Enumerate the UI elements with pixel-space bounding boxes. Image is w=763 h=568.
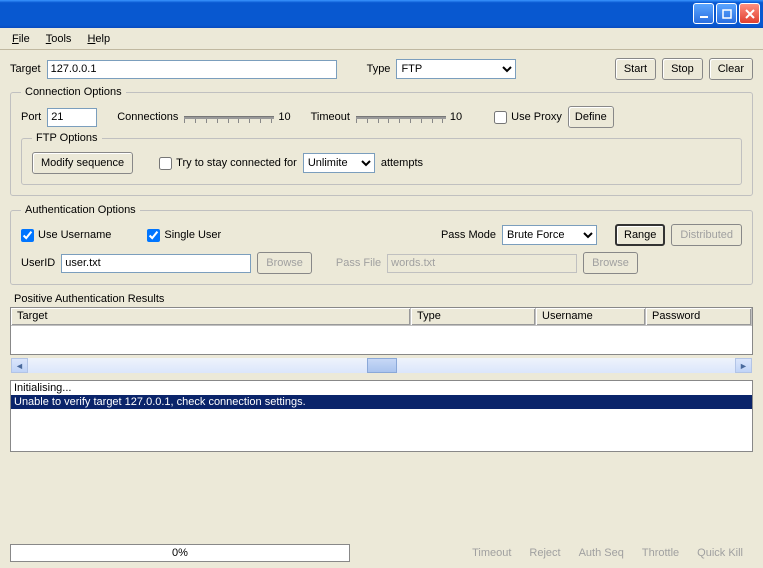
stop-button[interactable]: Stop <box>662 58 703 80</box>
results-title: Positive Authentication Results <box>14 293 753 305</box>
ftp-options-legend: FTP Options <box>32 132 102 144</box>
passfile-label: Pass File <box>336 257 381 269</box>
use-username-input[interactable] <box>21 229 34 242</box>
port-label: Port <box>21 111 41 123</box>
log-box[interactable]: Initialising... Unable to verify target … <box>10 380 753 452</box>
connections-slider[interactable]: 10 <box>184 111 290 123</box>
status-timeout: Timeout <box>472 547 511 559</box>
timeout-label: Timeout <box>311 111 350 123</box>
status-throttle: Throttle <box>642 547 679 559</box>
range-button[interactable]: Range <box>615 224 665 246</box>
maximize-button[interactable] <box>716 3 737 24</box>
col-password[interactable]: Password <box>646 308 752 325</box>
menu-file[interactable]: File <box>6 31 36 47</box>
define-button[interactable]: Define <box>568 106 614 128</box>
type-select[interactable]: FTP <box>396 59 516 79</box>
scroll-left-icon[interactable]: ◄ <box>11 358 28 373</box>
ftp-options-group: FTP Options Modify sequence Try to stay … <box>21 132 742 185</box>
target-input[interactable] <box>47 60 337 79</box>
pass-mode-label: Pass Mode <box>441 229 496 241</box>
connection-options-legend: Connection Options <box>21 86 126 98</box>
start-button[interactable]: Start <box>615 58 656 80</box>
status-bar: 0% Timeout Reject Auth Seq Throttle Quic… <box>10 544 753 562</box>
userid-input[interactable] <box>61 254 251 273</box>
type-label: Type <box>367 63 391 75</box>
use-username-checkbox[interactable]: Use Username <box>21 229 111 242</box>
connections-label: Connections <box>117 111 178 123</box>
use-proxy-input[interactable] <box>494 111 507 124</box>
connections-value: 10 <box>278 111 290 123</box>
col-username[interactable]: Username <box>536 308 646 325</box>
results-table: Target Type Username Password <box>10 307 753 355</box>
col-target[interactable]: Target <box>11 308 411 325</box>
port-input[interactable] <box>47 108 97 127</box>
attempts-select[interactable]: Unlimite <box>303 153 375 173</box>
userid-browse-button: Browse <box>257 252 312 274</box>
userid-label: UserID <box>21 257 55 269</box>
menu-tools[interactable]: Tools <box>40 31 78 47</box>
clear-button[interactable]: Clear <box>709 58 753 80</box>
col-type[interactable]: Type <box>411 308 536 325</box>
attempts-label: attempts <box>381 157 423 169</box>
progress-bar: 0% <box>10 544 350 562</box>
close-button[interactable] <box>739 3 760 24</box>
minimize-button[interactable] <box>693 3 714 24</box>
modify-sequence-button[interactable]: Modify sequence <box>32 152 133 174</box>
status-quickkill: Quick Kill <box>697 547 743 559</box>
connection-options-group: Connection Options Port Connections 10 T… <box>10 86 753 196</box>
progress-text: 0% <box>172 547 188 559</box>
single-user-input[interactable] <box>147 229 160 242</box>
log-line-selected[interactable]: Unable to verify target 127.0.0.1, check… <box>11 395 752 409</box>
menu-help[interactable]: Help <box>81 31 116 47</box>
single-user-checkbox[interactable]: Single User <box>147 229 221 242</box>
use-proxy-checkbox[interactable]: Use Proxy <box>494 111 562 124</box>
results-scrollbar[interactable]: ◄ ► <box>10 357 753 374</box>
title-bar <box>0 0 763 28</box>
pass-mode-select[interactable]: Brute Force <box>502 225 597 245</box>
scroll-track[interactable] <box>28 358 735 373</box>
distributed-button: Distributed <box>671 224 742 246</box>
status-reject: Reject <box>529 547 560 559</box>
timeout-slider[interactable]: 10 <box>356 111 462 123</box>
status-authseq: Auth Seq <box>579 547 624 559</box>
scroll-right-icon[interactable]: ► <box>735 358 752 373</box>
scroll-thumb[interactable] <box>367 358 397 373</box>
target-label: Target <box>10 63 41 75</box>
auth-options-legend: Authentication Options <box>21 204 140 216</box>
stay-connected-input[interactable] <box>159 157 172 170</box>
timeout-value: 10 <box>450 111 462 123</box>
auth-options-group: Authentication Options Use Username Sing… <box>10 204 753 285</box>
menu-bar: File Tools Help <box>0 28 763 50</box>
results-header: Target Type Username Password <box>11 308 752 326</box>
passfile-browse-button: Browse <box>583 252 638 274</box>
passfile-input <box>387 254 577 273</box>
stay-connected-checkbox[interactable]: Try to stay connected for <box>159 157 297 170</box>
log-line: Initialising... <box>11 381 752 395</box>
